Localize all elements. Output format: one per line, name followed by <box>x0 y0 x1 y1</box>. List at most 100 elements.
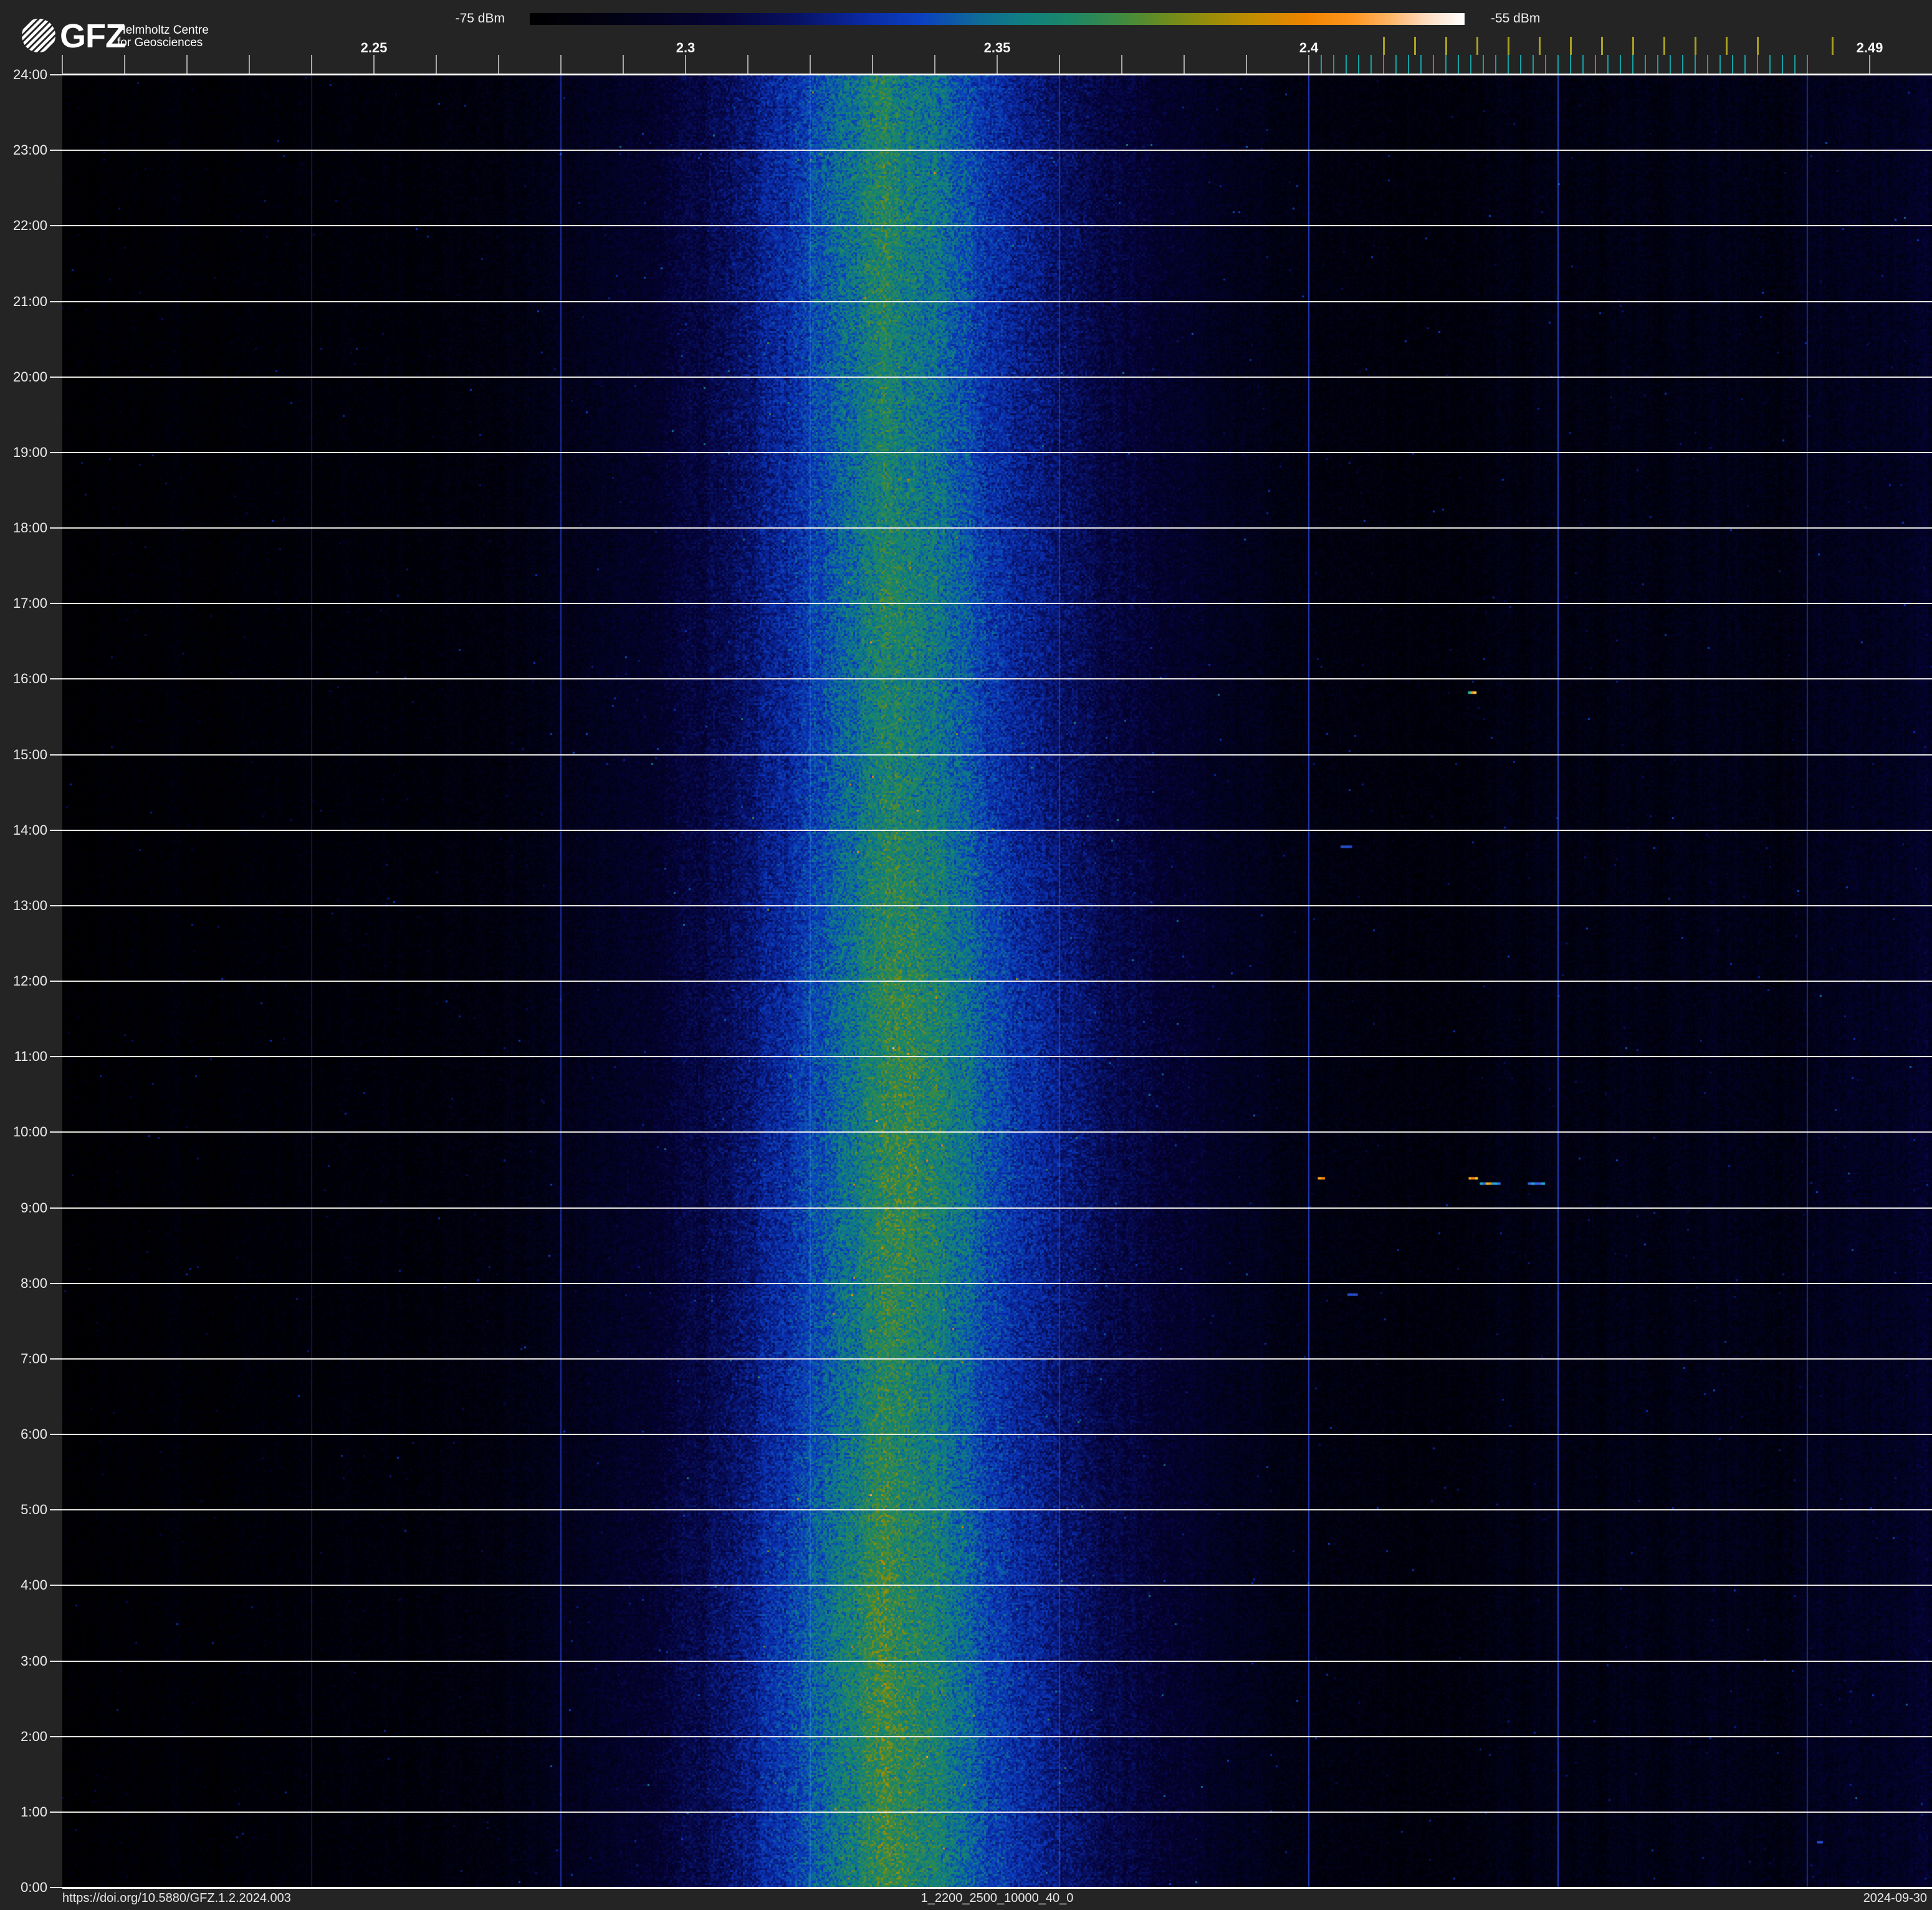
wifi-channel-tick <box>1445 37 1447 55</box>
ble-channel-tick <box>1358 55 1359 74</box>
wifi-channel-tick <box>1569 37 1572 55</box>
hour-tick <box>50 905 62 906</box>
frequency-minor-tick <box>373 55 375 74</box>
ble-channel-tick <box>1433 55 1434 74</box>
hour-label: 15:00 <box>12 746 47 762</box>
wifi-channel-tick <box>1538 37 1541 55</box>
ble-channel-tick <box>1420 55 1422 74</box>
frequency-minor-tick <box>997 55 998 74</box>
frequency-minor-tick <box>747 55 748 74</box>
hour-label: 20:00 <box>12 368 47 385</box>
ble-channel-tick <box>1483 55 1484 74</box>
hour-tick <box>50 150 62 151</box>
hour-tick <box>50 1735 62 1737</box>
hour-tick <box>50 1887 62 1888</box>
wifi-channel-tick <box>1382 37 1385 55</box>
ble-channel-tick <box>1333 55 1334 74</box>
ble-channel-tick <box>1769 55 1771 74</box>
hour-gridline <box>62 1282 1932 1284</box>
ble-channel-tick <box>1794 55 1796 74</box>
spectrogram-figure: GFZ Helmholtz Centre for Geosciences -75… <box>0 0 1932 1910</box>
hour-tick <box>50 1660 62 1662</box>
hour-label: 19:00 <box>12 444 47 460</box>
wifi-channel-tick <box>1663 37 1665 55</box>
hour-gridline <box>62 1434 1932 1435</box>
ble-channel-tick <box>1470 55 1471 74</box>
hour-tick <box>50 225 62 227</box>
hour-label: 7:00 <box>21 1350 47 1366</box>
hour-gridline <box>62 678 1932 680</box>
wifi-channel-tick <box>1756 37 1759 55</box>
wifi-channel-tick <box>1507 37 1509 55</box>
date-label: 2024-09-30 <box>1863 1891 1927 1905</box>
frequency-minor-tick <box>872 55 873 74</box>
logo-line2-text: for Geosciences <box>117 36 203 49</box>
hour-gridline <box>62 150 1932 151</box>
hour-gridline <box>62 1358 1932 1360</box>
hour-gridline <box>62 225 1932 227</box>
hour-label: 2:00 <box>21 1728 47 1744</box>
hour-gridline <box>62 376 1932 378</box>
ble-channel-tick <box>1582 55 1584 74</box>
frequency-minor-tick <box>1059 55 1060 74</box>
hour-gridline <box>62 905 1932 906</box>
wifi-channel-tick <box>1725 37 1728 55</box>
frequency-minor-tick <box>436 55 437 74</box>
wifi-channel-tick <box>1632 37 1634 55</box>
hour-label: 17:00 <box>12 595 47 612</box>
hour-gridline <box>62 829 1932 831</box>
hour-gridline <box>62 754 1932 756</box>
wifi-channel-tick <box>1600 37 1603 55</box>
wifi-channel-tick <box>1476 37 1478 55</box>
hour-label: 23:00 <box>12 142 47 158</box>
frequency-minor-tick <box>1184 55 1185 74</box>
hour-tick <box>50 300 62 302</box>
frequency-minor-tick <box>498 55 499 74</box>
hour-tick <box>50 376 62 378</box>
frequency-minor-tick <box>249 55 250 74</box>
hour-label: 16:00 <box>12 671 47 687</box>
ble-channel-tick <box>1620 55 1621 74</box>
wifi-channel-tick <box>1694 37 1696 55</box>
colorbar-gradient <box>530 13 1465 25</box>
hour-gridline <box>62 603 1932 605</box>
hour-gridline <box>62 1131 1932 1133</box>
ble-channel-tick <box>1557 55 1559 74</box>
hour-gridline <box>62 1509 1932 1511</box>
hour-gridline <box>62 1056 1932 1058</box>
ble-channel-tick <box>1408 55 1409 74</box>
hour-gridline <box>62 1660 1932 1662</box>
frequency-minor-tick <box>623 55 624 74</box>
ble-channel-tick <box>1657 55 1658 74</box>
hour-tick <box>50 1131 62 1133</box>
ble-channel-tick <box>1595 55 1596 74</box>
ble-channel-tick <box>1570 55 1571 74</box>
frequency-minor-tick <box>186 55 188 74</box>
ble-channel-tick <box>1695 55 1696 74</box>
ble-channel-tick <box>1732 55 1733 74</box>
colorbar-min-label: -75 dBm <box>455 11 505 26</box>
hour-label: 18:00 <box>12 520 47 535</box>
hour-tick <box>50 451 62 453</box>
hour-label: 13:00 <box>12 897 47 913</box>
frequency-tick-label: 2.4 <box>1299 40 1319 55</box>
frequency-minor-tick <box>685 55 686 74</box>
ble-channel-tick <box>1346 55 1347 74</box>
hour-tick <box>50 1811 62 1813</box>
frequency-minor-tick <box>1121 55 1122 74</box>
ble-channel-tick <box>1395 55 1397 74</box>
hour-tick <box>50 1056 62 1058</box>
colorbar-max-label: -55 dBm <box>1491 11 1541 26</box>
hour-label: 21:00 <box>12 293 47 309</box>
top-axis-line <box>62 74 1932 75</box>
ble-channel-tick <box>1520 55 1521 74</box>
frequency-minor-tick <box>311 55 312 74</box>
frequency-minor-tick <box>560 55 562 74</box>
hour-tick <box>50 527 62 529</box>
hour-tick <box>50 74 62 75</box>
hour-tick <box>50 1207 62 1209</box>
frequency-minor-tick <box>124 55 125 74</box>
ble-channel-tick <box>1607 55 1609 74</box>
frequency-tick-label: 2.25 <box>360 40 388 55</box>
ble-channel-tick <box>1495 55 1496 74</box>
